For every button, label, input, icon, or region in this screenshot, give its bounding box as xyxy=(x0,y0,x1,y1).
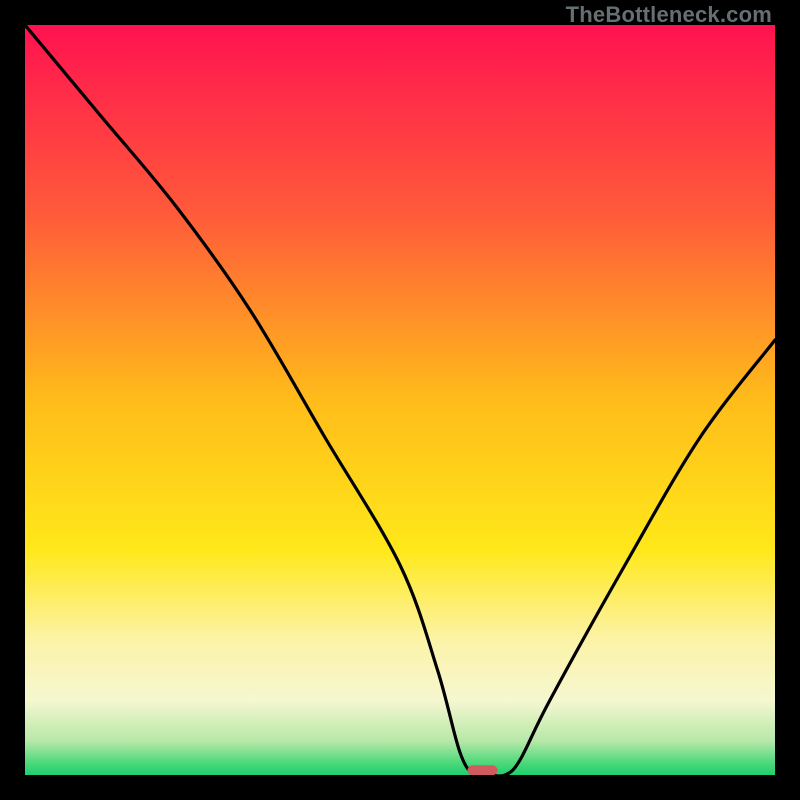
optimal-marker xyxy=(468,765,498,775)
chart-frame: TheBottleneck.com xyxy=(0,0,800,800)
bottleneck-chart xyxy=(25,25,775,775)
chart-background xyxy=(25,25,775,775)
plot-area xyxy=(25,25,775,775)
